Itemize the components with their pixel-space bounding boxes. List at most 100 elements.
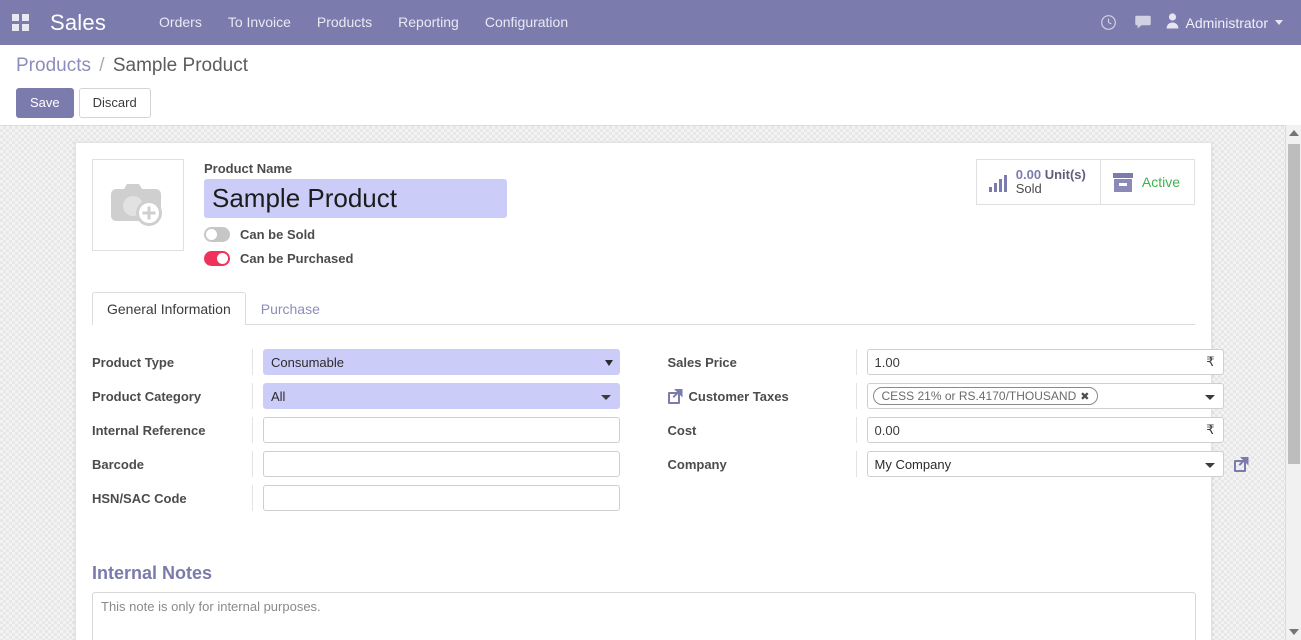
- field-row-customer-taxes: Customer Taxes CESS 21% or RS.4170/THOUS…: [667, 379, 1224, 413]
- chat-bubble-icon[interactable]: [1126, 0, 1160, 45]
- can-be-sold-label: Can be Sold: [240, 227, 316, 242]
- user-name-label: Administrator: [1185, 14, 1268, 31]
- sales-price-input[interactable]: 1.00 ₹: [866, 349, 1224, 375]
- sales-price-value: 1.00: [874, 354, 900, 370]
- notebook-tabs: General Information Purchase: [92, 292, 1195, 325]
- product-type-select[interactable]: Consumable: [263, 349, 620, 375]
- internal-notes-section: Internal Notes: [92, 563, 1196, 640]
- company-input[interactable]: My Company: [866, 451, 1224, 477]
- clock-icon[interactable]: [1092, 0, 1126, 45]
- stat-value-units: 0.00: [1015, 167, 1042, 182]
- cost-label: Cost: [667, 422, 697, 438]
- hsn-sac-code-input[interactable]: [263, 485, 620, 511]
- tax-tag[interactable]: CESS 21% or RS.4170/THOUSAND ✖: [872, 387, 1099, 405]
- can-be-purchased-row: Can be Purchased: [204, 251, 507, 266]
- dropdown-caret-icon: [1204, 395, 1215, 400]
- sales-price-label: Sales Price: [667, 354, 737, 370]
- customer-taxes-label: Customer Taxes: [667, 388, 856, 404]
- company-value: My Company: [874, 456, 952, 472]
- product-name-label: Product Name: [204, 161, 293, 176]
- apps-grid-icon: [11, 14, 29, 31]
- can-be-purchased-label: Can be Purchased: [240, 251, 354, 266]
- dropdown-caret-icon: [1204, 463, 1215, 468]
- can-be-sold-toggle[interactable]: [204, 227, 230, 242]
- barcode-label: Barcode: [92, 456, 145, 472]
- stat-button-group: 0.00 Unit(s) Sold Active: [975, 159, 1195, 205]
- cost-value: 0.00: [874, 422, 900, 438]
- user-menu[interactable]: Administrator: [1160, 0, 1293, 45]
- form-columns: Product Type Consumable Product Category: [92, 345, 1249, 515]
- nav-item-to-invoice[interactable]: To Invoice: [215, 0, 304, 45]
- nav-item-products[interactable]: Products: [304, 0, 385, 45]
- user-avatar-icon: [1166, 12, 1179, 33]
- product-category-label: Product Category: [92, 388, 202, 404]
- navbar-systray: Administrator: [1092, 0, 1293, 45]
- discard-button[interactable]: Discard: [78, 88, 151, 118]
- stat-unit-label: Unit(s): [1044, 167, 1086, 182]
- internal-reference-label: Internal Reference: [92, 422, 206, 438]
- header-fields: Product Name Can be Sold Can be Purchase…: [204, 159, 507, 266]
- stat-button-active-archive[interactable]: Active: [1099, 160, 1194, 204]
- vertical-scroll-thumb[interactable]: [1288, 144, 1300, 464]
- hsn-sac-code-label: HSN/SAC Code: [92, 490, 187, 506]
- breadcrumb-separator: /: [99, 55, 105, 76]
- tax-tag-label: CESS 21% or RS.4170/THOUSAND: [881, 389, 1077, 403]
- top-navbar: Sales Orders To Invoice Products Reporti…: [0, 0, 1301, 45]
- record-action-buttons: Save Discard: [16, 88, 1285, 118]
- field-row-sales-price: Sales Price 1.00 ₹: [667, 345, 1224, 379]
- can-be-purchased-toggle[interactable]: [204, 251, 230, 266]
- chevron-down-icon: [1275, 20, 1283, 25]
- vertical-scrollbar[interactable]: [1285, 125, 1301, 640]
- form-column-left: Product Type Consumable Product Category: [92, 345, 644, 515]
- scroll-down-arrow-icon[interactable]: [1286, 624, 1301, 640]
- customer-taxes-input[interactable]: CESS 21% or RS.4170/THOUSAND ✖: [866, 383, 1224, 409]
- breadcrumb-item-current: Sample Product: [112, 55, 249, 76]
- field-row-company: Company My Company: [667, 447, 1249, 481]
- remove-tag-icon[interactable]: ✖: [1080, 390, 1089, 403]
- dropdown-caret-icon: [601, 395, 611, 400]
- scroll-up-arrow-icon[interactable]: [1286, 125, 1301, 141]
- internal-notes-textarea[interactable]: [92, 592, 1196, 640]
- status-badge: Active: [1141, 174, 1180, 190]
- field-row-product-type: Product Type Consumable: [92, 345, 644, 379]
- control-panel: Products / Sample Product Save Discard 1…: [0, 45, 1301, 151]
- save-button[interactable]: Save: [16, 88, 74, 118]
- app-brand-sales[interactable]: Sales: [50, 10, 106, 36]
- internal-reference-input[interactable]: [263, 417, 620, 443]
- nav-item-reporting[interactable]: Reporting: [385, 0, 472, 45]
- stat-sub-label: Sold: [1015, 181, 1042, 196]
- company-label: Company: [667, 456, 727, 472]
- external-link-icon[interactable]: [1233, 456, 1249, 472]
- breadcrumb: Products / Sample Product: [16, 54, 1285, 78]
- barcode-input[interactable]: [263, 451, 620, 477]
- product-category-value: All: [271, 388, 286, 404]
- navbar-menu: Orders To Invoice Products Reporting Con…: [146, 0, 581, 45]
- camera-plus-icon: [107, 177, 169, 234]
- product-name-input[interactable]: [204, 179, 507, 218]
- apps-menu-button[interactable]: [0, 0, 40, 45]
- field-row-hsn-sac-code: HSN/SAC Code: [92, 481, 644, 515]
- archive-box-icon: [1112, 172, 1133, 192]
- nav-item-orders[interactable]: Orders: [146, 0, 215, 45]
- stat-button-units-sold[interactable]: 0.00 Unit(s) Sold: [977, 160, 1100, 204]
- cost-input[interactable]: 0.00 ₹: [866, 417, 1224, 443]
- record-sheet: 0.00 Unit(s) Sold Active Product Name Sa…: [75, 142, 1249, 640]
- currency-symbol: ₹: [1206, 354, 1215, 369]
- nav-item-configuration[interactable]: Configuration: [472, 0, 581, 45]
- field-row-cost: Cost 0.00 ₹: [667, 413, 1224, 447]
- product-image-upload[interactable]: [92, 159, 184, 251]
- tab-purchase[interactable]: Purchase: [246, 292, 335, 325]
- bar-chart-icon: [988, 173, 1007, 192]
- product-category-input[interactable]: All: [263, 383, 620, 409]
- field-row-product-category: Product Category All: [92, 379, 644, 413]
- form-content-area: 0.00 Unit(s) Sold Active Product Name Sa…: [0, 125, 1301, 640]
- can-be-sold-row: Can be Sold: [204, 227, 507, 242]
- currency-symbol: ₹: [1206, 422, 1215, 437]
- tab-general-information[interactable]: General Information: [92, 292, 246, 325]
- internal-notes-title: Internal Notes: [92, 563, 213, 583]
- product-type-label: Product Type: [92, 354, 175, 370]
- breadcrumb-item-products[interactable]: Products: [16, 55, 91, 76]
- form-column-right: Sales Price 1.00 ₹ Customer Taxes CESS 2…: [644, 345, 1249, 515]
- field-row-internal-reference: Internal Reference: [92, 413, 644, 447]
- external-link-icon[interactable]: [667, 388, 683, 404]
